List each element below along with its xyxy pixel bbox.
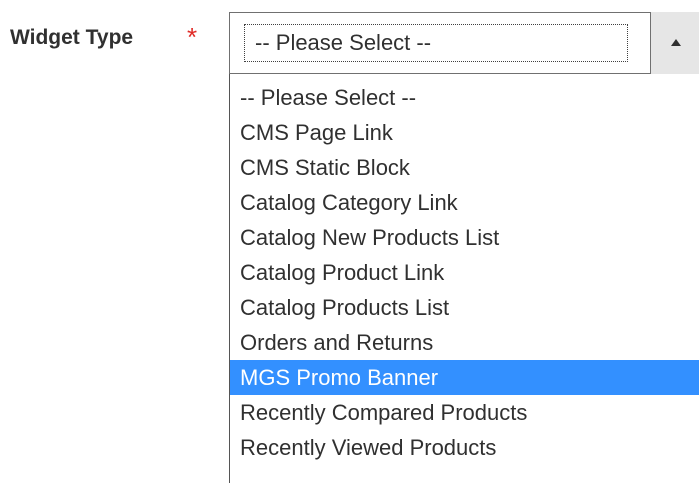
dropdown-option-mgs-promo-banner[interactable]: MGS Promo Banner [230,360,699,395]
dropdown-option-catalog-category-link[interactable]: Catalog Category Link [230,185,699,220]
dropdown-option-orders-and-returns[interactable]: Orders and Returns [230,325,699,360]
chevron-up-icon [671,39,681,46]
dropdown-option-catalog-new-products-list[interactable]: Catalog New Products List [230,220,699,255]
dropdown-option-please-select[interactable]: -- Please Select -- [230,80,699,115]
dropdown-toggle-button[interactable] [650,12,699,74]
selected-value: -- Please Select -- [244,24,628,62]
dropdown-option-recently-viewed-products[interactable]: Recently Viewed Products [230,430,699,465]
dropdown-option-catalog-product-link[interactable]: Catalog Product Link [230,255,699,290]
required-marker: * [187,22,198,52]
dropdown-option-catalog-products-list[interactable]: Catalog Products List [230,290,699,325]
dropdown-option-cms-page-link[interactable]: CMS Page Link [230,115,699,150]
widget-type-options-list[interactable]: -- Please Select -- CMS Page Link CMS St… [229,74,699,483]
dropdown-option-cms-static-block[interactable]: CMS Static Block [230,150,699,185]
dropdown-option-recently-compared-products[interactable]: Recently Compared Products [230,395,699,430]
widget-type-select[interactable]: -- Please Select -- [229,12,699,74]
widget-type-label: Widget Type [10,26,134,49]
